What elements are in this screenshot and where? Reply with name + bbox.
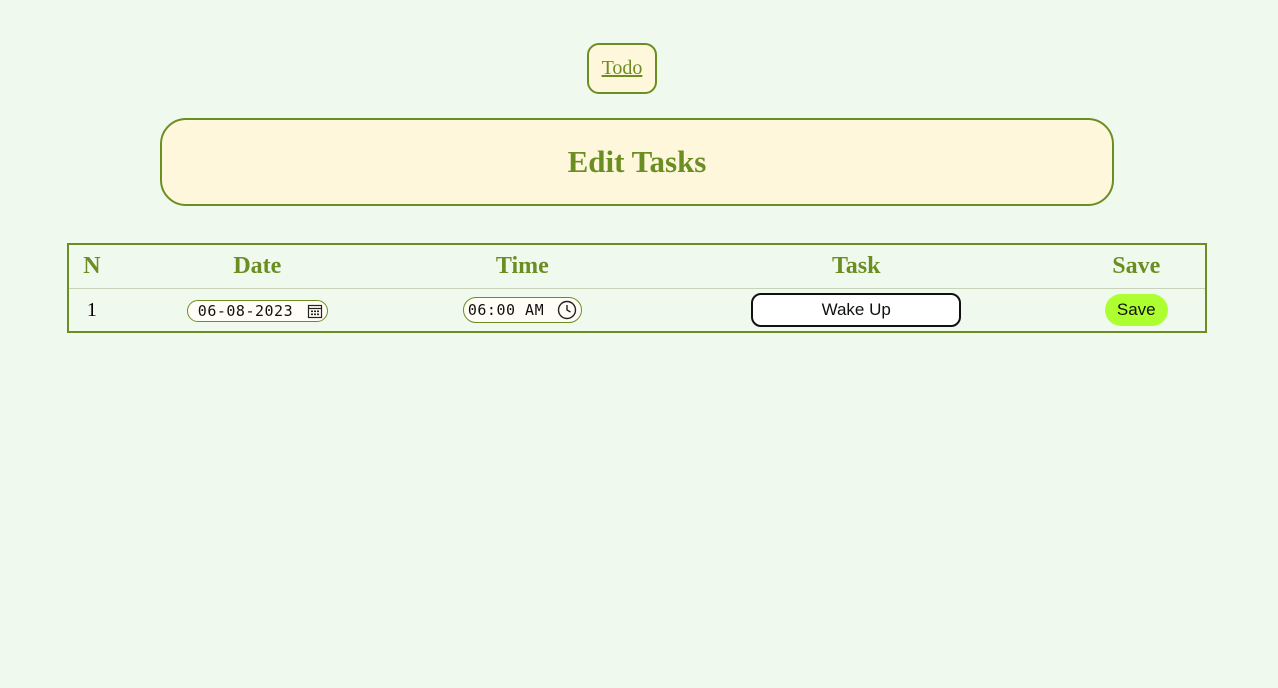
page-title: Edit Tasks <box>567 144 707 179</box>
calendar-icon[interactable] <box>307 303 323 319</box>
todo-nav-box: Todo <box>587 43 657 94</box>
date-cell: 06-08-2023 <box>115 289 400 333</box>
column-header-save: Save <box>1067 244 1206 289</box>
page: Todo Edit Tasks N Date Time Task Save 1 … <box>0 0 1278 688</box>
save-button[interactable]: Save <box>1104 294 1168 326</box>
column-header-date: Date <box>114 244 400 289</box>
clock-icon[interactable] <box>557 300 577 320</box>
column-header-n: N <box>68 244 115 289</box>
task-input[interactable] <box>751 293 962 327</box>
task-cell <box>645 289 1068 333</box>
table-row: 1 06-08-2023 06:00 AM Wake Up Save <box>68 289 1206 333</box>
todo-link[interactable]: Todo <box>602 57 643 80</box>
time-value: 06:00 AM <box>467 301 545 319</box>
table-header-row: N Date Time Task Save <box>68 244 1206 289</box>
column-header-task: Task <box>644 244 1068 289</box>
date-value: 06-08-2023 <box>197 301 294 320</box>
header-panel: Edit Tasks <box>160 118 1114 206</box>
save-cell: Save <box>1067 289 1206 333</box>
tasks-table: N Date Time Task Save 1 06-08-2023 06:00… <box>67 243 1207 333</box>
time-input[interactable]: 06:00 AM <box>462 297 582 323</box>
column-header-time: Time <box>399 244 645 289</box>
time-cell: 06:00 AM <box>400 289 645 333</box>
row-number: 1 <box>86 298 97 321</box>
date-input[interactable]: 06-08-2023 <box>186 299 328 322</box>
